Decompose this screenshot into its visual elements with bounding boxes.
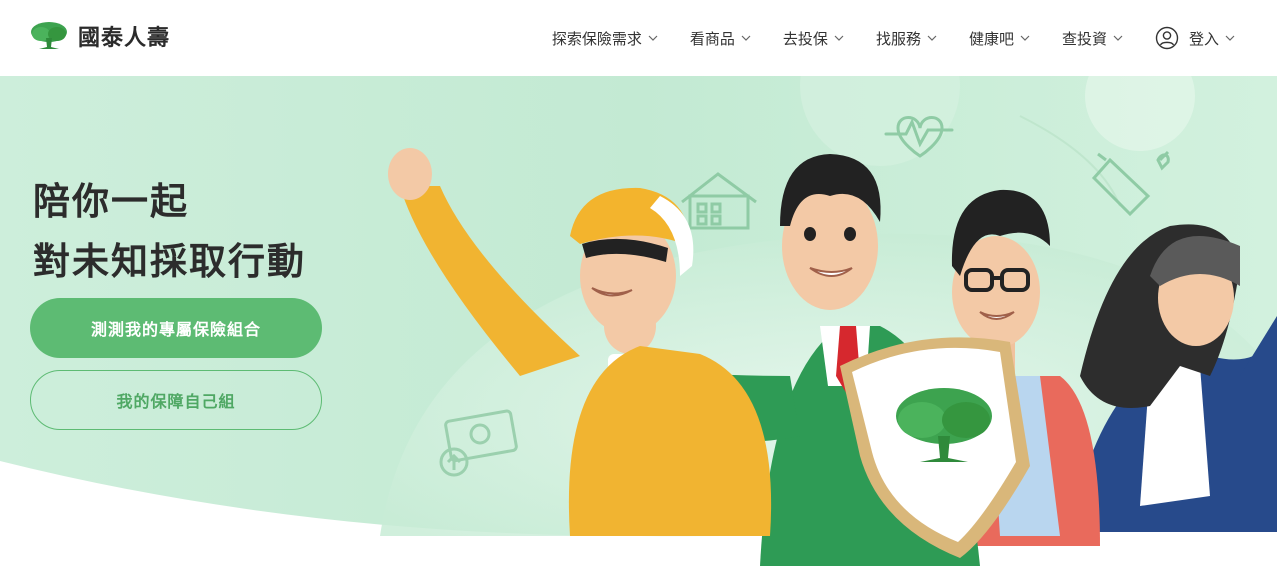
nav-apply[interactable]: 去投保 xyxy=(783,28,844,49)
heartbeat-icon xyxy=(884,116,954,158)
chevron-down-icon xyxy=(1113,35,1123,41)
hero-banner: 陪你一起 對未知採取行動 測測我的專屬保險組合 我的保障自己組 xyxy=(0,76,1277,566)
login-label: 登入 xyxy=(1188,29,1219,48)
main-nav: 探索保險需求 看商品 去投保 找服務 健康吧 查投資 登入 xyxy=(552,0,1277,76)
user-icon xyxy=(1155,26,1179,50)
headline-line-2: 對未知採取行動 xyxy=(33,240,306,283)
nav-label: 健康吧 xyxy=(968,29,1014,48)
nav-label: 探索保險需求 xyxy=(551,29,642,48)
chevron-down-icon xyxy=(1020,35,1030,41)
nav-explore-insurance[interactable]: 探索保險需求 xyxy=(552,28,658,49)
build-coverage-button[interactable]: 我的保障自己組 xyxy=(30,370,322,430)
insurance-quiz-button[interactable]: 測測我的專屬保險組合 xyxy=(30,298,322,358)
nav-products[interactable]: 看商品 xyxy=(690,28,751,49)
hero-headline: 陪你一起 對未知採取行動 xyxy=(33,172,306,292)
headline-line-1: 陪你一起 xyxy=(33,180,189,223)
nav-services[interactable]: 找服務 xyxy=(876,28,937,49)
chevron-down-icon xyxy=(648,35,658,41)
nav-label: 查投資 xyxy=(1061,29,1107,48)
nav-label: 看商品 xyxy=(689,29,735,48)
nav-health[interactable]: 健康吧 xyxy=(969,28,1030,49)
nav-label: 找服務 xyxy=(875,29,921,48)
chevron-down-icon xyxy=(927,35,937,41)
site-header: 國泰人壽 探索保險需求 看商品 去投保 找服務 健康吧 查投資 登入 xyxy=(0,0,1277,76)
house-icon xyxy=(681,172,757,230)
chevron-down-icon xyxy=(1225,35,1235,41)
money-icon xyxy=(439,409,518,477)
tree-logo-icon xyxy=(31,22,67,49)
brand-logo[interactable]: 國泰人壽 xyxy=(29,20,170,52)
baby-bottle-icon xyxy=(1091,150,1170,217)
chevron-down-icon xyxy=(741,35,751,41)
nav-investment[interactable]: 查投資 xyxy=(1062,28,1123,49)
chevron-down-icon xyxy=(834,35,844,41)
brand-name: 國泰人壽 xyxy=(78,26,171,51)
cap-character xyxy=(388,148,772,536)
woman-character xyxy=(1070,224,1277,532)
nav-label: 去投保 xyxy=(782,29,828,48)
login-button[interactable]: 登入 xyxy=(1155,26,1235,50)
